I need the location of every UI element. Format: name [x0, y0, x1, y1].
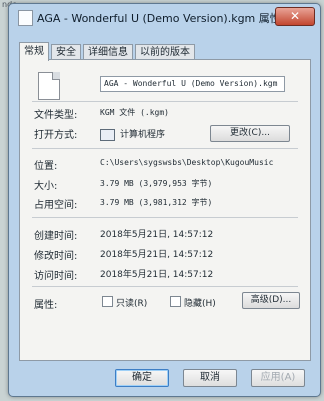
- tab-general[interactable]: 常规: [19, 42, 49, 61]
- general-panel: AGA - Wonderful U (Demo Version).kgm 文件类…: [19, 59, 311, 361]
- filename-field[interactable]: AGA - Wonderful U (Demo Version).kgm: [100, 76, 285, 92]
- window-title: AGA - Wonderful U (Demo Version).kgm 属性: [37, 12, 281, 25]
- file-type-value: KGM 文件 (.kgm): [100, 108, 169, 117]
- apply-button[interactable]: 应用(A): [251, 369, 305, 387]
- location-label: 位置:: [34, 161, 58, 172]
- tab-details[interactable]: 详细信息: [83, 44, 133, 60]
- size-label: 大小:: [34, 181, 58, 192]
- cancel-button[interactable]: 取消: [183, 369, 237, 387]
- divider: [32, 148, 298, 149]
- divider: [32, 286, 298, 287]
- ok-button[interactable]: 确定: [115, 369, 169, 387]
- file-type-label: 文件类型:: [34, 110, 78, 121]
- created-label: 创建时间:: [34, 231, 78, 242]
- title-bar[interactable]: AGA - Wonderful U (Demo Version).kgm 属性 …: [9, 4, 320, 30]
- location-value: C:\Users\sygswsbs\Desktop\KugouMusic: [100, 158, 274, 167]
- hidden-checkbox[interactable]: [170, 296, 181, 307]
- accessed-value: 2018年5月21日, 14:57:12: [100, 270, 214, 280]
- created-value: 2018年5月21日, 14:57:12: [100, 230, 214, 240]
- size-on-disk-label: 占用空间:: [34, 200, 78, 211]
- close-button[interactable]: ✕: [275, 7, 315, 26]
- divider: [32, 101, 298, 102]
- readonly-label: 只读(R): [116, 299, 148, 309]
- modified-label: 修改时间:: [34, 251, 78, 262]
- attributes-label: 属性:: [34, 300, 58, 311]
- readonly-checkbox[interactable]: [102, 296, 113, 307]
- application-icon: [100, 129, 115, 141]
- tab-previous-versions[interactable]: 以前的版本: [135, 44, 195, 60]
- tab-security[interactable]: 安全: [51, 44, 81, 60]
- modified-value: 2018年5月21日, 14:57:12: [100, 250, 214, 260]
- hidden-label: 隐藏(H): [184, 299, 216, 309]
- open-with-value: 计算机程序: [120, 130, 166, 140]
- advanced-button[interactable]: 高级(D)...: [242, 292, 300, 309]
- divider: [32, 217, 298, 218]
- size-value: 3.79 MB (3,979,953 字节): [100, 179, 213, 188]
- document-icon: [38, 72, 60, 100]
- open-with-label: 打开方式:: [34, 130, 78, 141]
- change-button[interactable]: 更改(C)...: [210, 125, 290, 142]
- file-icon: [18, 10, 33, 26]
- properties-window: AGA - Wonderful U (Demo Version).kgm 属性 …: [8, 3, 321, 397]
- accessed-label: 访问时间:: [34, 271, 78, 282]
- size-on-disk-value: 3.79 MB (3,981,312 字节): [100, 198, 213, 207]
